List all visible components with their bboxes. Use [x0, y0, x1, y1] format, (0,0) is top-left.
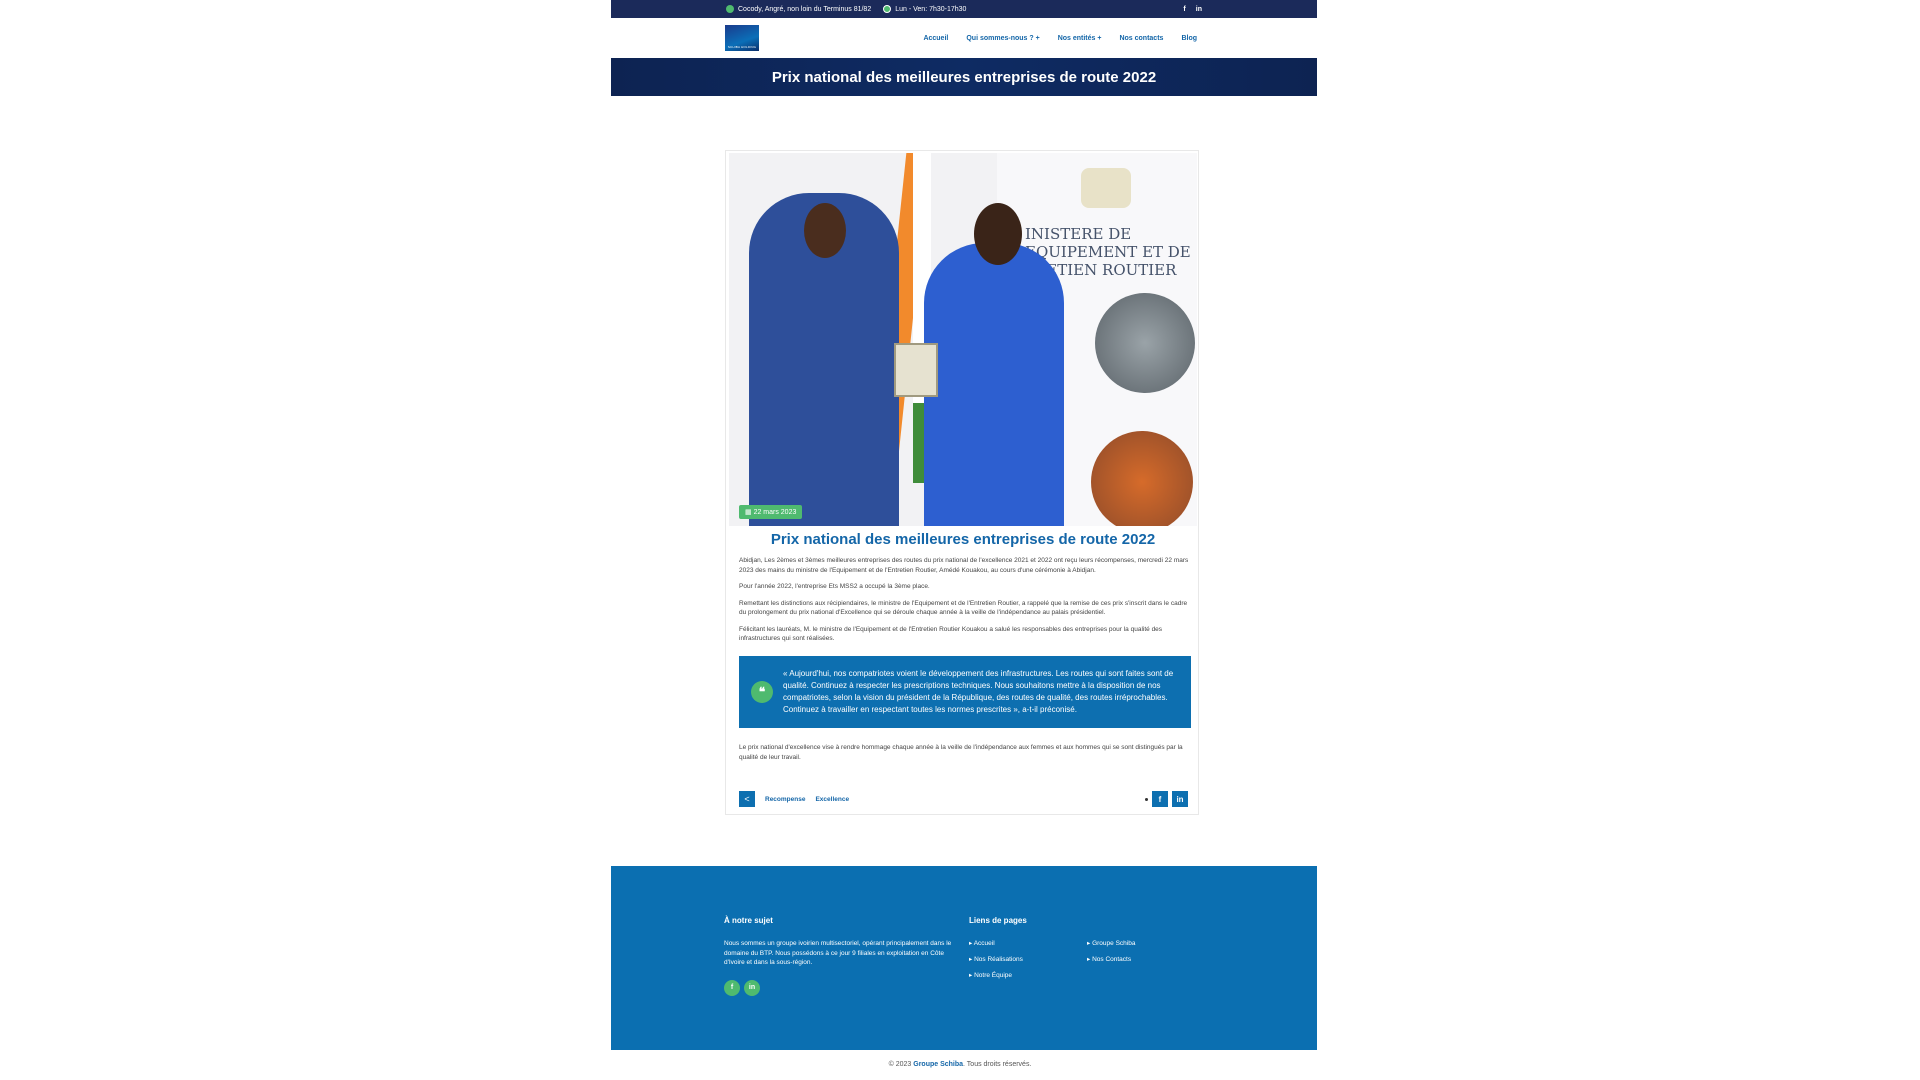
- location-icon: [726, 5, 734, 13]
- footer-about-text: Nous sommes un groupe ivoirien multisect…: [724, 940, 952, 966]
- footer-link-accueil[interactable]: Accueil: [969, 939, 1087, 947]
- logo-text: SCHIBA HOLDING: [727, 45, 757, 49]
- footer-about-title: À notre sujet: [724, 916, 773, 925]
- tag-recompense[interactable]: Recompense: [765, 796, 805, 803]
- article-photo: INISTERE DE EQUIPEMENT ET DE TRETIEN ROU…: [729, 153, 1197, 526]
- article-paragraph: Abidjan, Les 2èmes et 3èmes meilleures e…: [739, 557, 1189, 574]
- share-separator: [1145, 797, 1148, 801]
- footer-links: Liens de pages Accueil Groupe Schiba Nos…: [969, 916, 1209, 979]
- clock-icon: [883, 5, 892, 13]
- copyright-suffix: . Tous droits réservés.: [963, 1061, 1032, 1068]
- article-closing-paragraph: Le prix national d'excellence vise à ren…: [739, 744, 1183, 761]
- calendar-icon: ▦: [745, 509, 754, 516]
- top-social-links: f in: [1183, 6, 1202, 13]
- footer-link-notre-equipe[interactable]: Notre Équipe: [969, 971, 1087, 979]
- photo-award-plaque: [894, 343, 938, 397]
- copyright-prefix: © 2023: [888, 1061, 912, 1068]
- page-hero: Prix national des meilleures entreprises…: [611, 58, 1317, 96]
- address-text: Cocody, Angré, non loin du Terminus 81/8…: [738, 5, 872, 13]
- footer-about: À notre sujet Nous sommes un groupe ivoi…: [724, 916, 959, 996]
- date-badge: ▦ 22 mars 2023: [739, 505, 803, 519]
- site-header: Cocody, Angré, non loin du Terminus 81/8…: [611, 0, 1317, 96]
- article-card: INISTERE DE EQUIPEMENT ET DE TRETIEN ROU…: [725, 150, 1199, 815]
- share-linkedin-button[interactable]: in: [1172, 791, 1188, 807]
- article-tags: < Recompense Excellence: [739, 791, 849, 807]
- photo-person-right: [924, 243, 1064, 526]
- footer-links-grid: Accueil Groupe Schiba Nos Réalisations N…: [969, 939, 1209, 979]
- nav-item-qui-sommes-nous[interactable]: Qui sommes-nous ?: [966, 35, 1039, 42]
- footer-facebook-icon[interactable]: f: [724, 979, 740, 996]
- article-body: Abidjan, Les 2èmes et 3èmes meilleures e…: [739, 556, 1189, 651]
- hours-text: Lun - Ven: 7h30-17h30: [895, 5, 967, 13]
- article-blockquote: ❝ « Aujourd'hui, nos compatriotes voient…: [739, 656, 1191, 728]
- footer-link-nos-realisations[interactable]: Nos Réalisations: [969, 955, 1087, 963]
- copyright: © 2023 Groupe Schiba. Tous droits réserv…: [0, 1061, 1920, 1068]
- footer-link-nos-contacts[interactable]: Nos Contacts: [1087, 955, 1205, 963]
- footer-social: f in: [724, 979, 959, 996]
- page: Cocody, Angré, non loin du Terminus 81/8…: [0, 0, 1920, 1080]
- linkedin-icon[interactable]: in: [1196, 6, 1202, 13]
- nav-item-nos-entites[interactable]: Nos entités: [1058, 35, 1102, 42]
- copyright-brand-link[interactable]: Groupe Schiba: [913, 1061, 963, 1068]
- photo-person-right-head: [974, 203, 1022, 265]
- tag-icon: <: [739, 791, 755, 807]
- quote-icon: ❝: [751, 681, 773, 703]
- photo-circle-interchange: [1095, 293, 1195, 393]
- nav-item-blog[interactable]: Blog: [1181, 35, 1197, 42]
- top-bar: Cocody, Angré, non loin du Terminus 81/8…: [611, 0, 1317, 18]
- photo-emblem: [1081, 168, 1131, 208]
- article-paragraph: Remettant les distinctions aux récipiend…: [739, 599, 1188, 617]
- article-title: Prix national des meilleures entreprises…: [770, 531, 1156, 548]
- facebook-icon[interactable]: f: [1183, 6, 1185, 13]
- footer-links-title: Liens de pages: [969, 916, 1027, 925]
- hours-info: Lun - Ven: 7h30-17h30: [883, 5, 966, 13]
- nav-item-accueil[interactable]: Accueil: [923, 35, 948, 42]
- share-facebook-button[interactable]: f: [1152, 791, 1168, 807]
- site-logo[interactable]: SCHIBA HOLDING: [725, 25, 759, 51]
- photo-circle-road: [1091, 431, 1193, 526]
- page-title: Prix national des meilleures entreprises…: [771, 68, 1157, 86]
- main-menu: Accueil Qui sommes-nous ? Nos entités No…: [923, 35, 1197, 42]
- main-navbar: SCHIBA HOLDING Accueil Qui sommes-nous ?…: [611, 18, 1317, 58]
- share-buttons: f in: [1145, 791, 1188, 807]
- nav-item-nos-contacts[interactable]: Nos contacts: [1119, 35, 1163, 42]
- photo-person-left-head: [804, 203, 846, 258]
- footer-linkedin-icon[interactable]: in: [744, 979, 760, 996]
- tag-excellence[interactable]: Excellence: [815, 796, 849, 803]
- quote-text: « Aujourd'hui, nos compatriotes voient l…: [783, 669, 1174, 714]
- site-footer: À notre sujet Nous sommes un groupe ivoi…: [611, 866, 1317, 1050]
- address-info: Cocody, Angré, non loin du Terminus 81/8…: [726, 5, 871, 13]
- date-text: 22 mars 2023: [753, 509, 797, 516]
- footer-link-groupe-schiba[interactable]: Groupe Schiba: [1087, 939, 1205, 947]
- article-paragraph: Félicitant les lauréats, M. le ministre …: [739, 625, 1163, 643]
- article-paragraph: Pour l'année 2022, l'entreprise Ets MSS2…: [739, 583, 930, 590]
